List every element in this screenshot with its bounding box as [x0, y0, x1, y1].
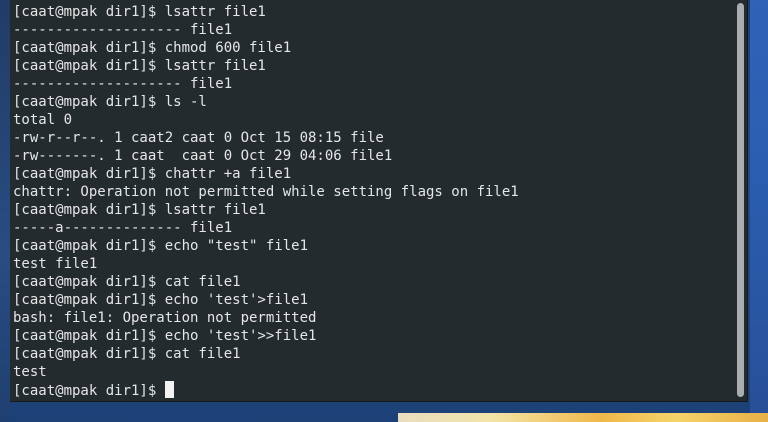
terminal-line: -----a-------------- file1: [13, 220, 233, 236]
terminal-line: -rw-------. 1 caat caat 0 Oct 29 04:06 f…: [13, 148, 393, 164]
terminal-prompt-line[interactable]: [caat@mpak dir1]$: [13, 381, 519, 399]
terminal-line: [caat@mpak dir1]$ lsattr file1: [13, 58, 266, 74]
terminal-window[interactable]: [caat@mpak dir1]$ lsattr file1 ----------…: [10, 0, 748, 402]
terminal-line: [caat@mpak dir1]$ chmod 600 file1: [13, 40, 292, 56]
terminal-scrollbar[interactable]: [737, 3, 744, 397]
terminal-line: [caat@mpak dir1]$ chattr +a file1: [13, 166, 292, 182]
terminal-line: chattr: Operation not permitted while se…: [13, 184, 519, 200]
terminal-line: [caat@mpak dir1]$ cat file1: [13, 346, 241, 362]
terminal-prompt: [caat@mpak dir1]$: [13, 383, 165, 399]
terminal-output[interactable]: [caat@mpak dir1]$ lsattr file1 ----------…: [13, 3, 519, 399]
terminal-line: [caat@mpak dir1]$ cat file1: [13, 274, 241, 290]
terminal-line: total 0: [13, 112, 73, 128]
text-cursor: [164, 381, 174, 398]
terminal-line: bash: file1: Operation not permitted: [13, 310, 317, 326]
terminal-line: [caat@mpak dir1]$ echo "test" file1: [13, 238, 309, 254]
terminal-line: [caat@mpak dir1]$ lsattr file1: [13, 202, 266, 218]
terminal-line: [caat@mpak dir1]$ lsattr file1: [13, 4, 266, 20]
terminal-line: test: [13, 364, 47, 380]
desktop-edge-right: [750, 0, 768, 422]
scrollbar-thumb[interactable]: [737, 3, 744, 397]
terminal-line: [caat@mpak dir1]$ ls -l: [13, 94, 207, 110]
terminal-line: -rw-r--r--. 1 caat2 caat 0 Oct 15 08:15 …: [13, 130, 384, 146]
terminal-line: [caat@mpak dir1]$ echo 'test'>file1: [13, 292, 309, 308]
wallpaper-image: [398, 413, 768, 422]
terminal-line: test file1: [13, 256, 98, 272]
desktop-edge-left: [0, 0, 10, 422]
terminal-line: -------------------- file1: [13, 22, 233, 38]
terminal-line: [caat@mpak dir1]$ echo 'test'>>file1: [13, 328, 317, 344]
terminal-line: -------------------- file1: [13, 76, 233, 92]
